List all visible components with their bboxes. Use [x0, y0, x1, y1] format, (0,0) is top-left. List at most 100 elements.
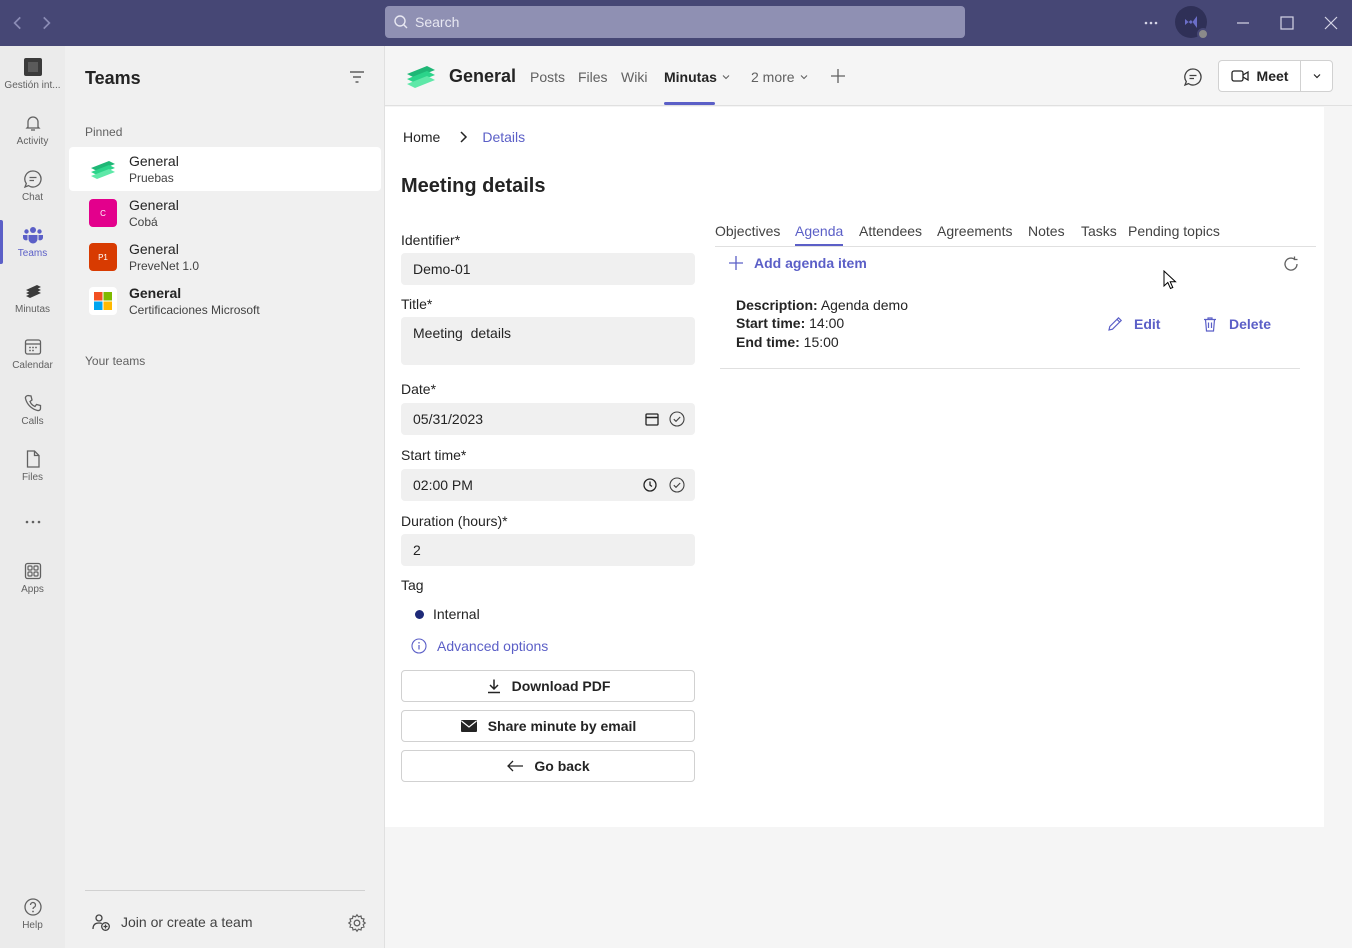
more-options-icon[interactable]	[1140, 12, 1162, 34]
search-input[interactable]: Search	[385, 6, 965, 38]
duration-field[interactable]: 2	[401, 534, 695, 566]
delete-button[interactable]: Delete	[1201, 315, 1271, 333]
team-name: General	[129, 241, 179, 257]
pencil-icon	[1108, 316, 1123, 331]
rail-item-activity[interactable]: Activity	[0, 102, 65, 158]
rail-item-apps[interactable]: Apps	[0, 550, 65, 606]
chat-icon	[23, 170, 42, 189]
team-subtitle: Pruebas	[129, 171, 174, 185]
avatar[interactable]	[1175, 6, 1209, 40]
team-subtitle: PreveNet 1.0	[129, 259, 200, 273]
rail-item-files[interactable]: Files	[0, 438, 65, 494]
tab-pending-topics[interactable]: Pending topics	[1128, 223, 1220, 239]
breadcrumb-home[interactable]: Home	[403, 129, 440, 145]
filter-icon[interactable]	[348, 68, 366, 86]
phone-icon	[24, 394, 41, 412]
meet-main-button[interactable]: Meet	[1219, 61, 1301, 91]
tab-more[interactable]: 2 more	[751, 69, 809, 85]
conversation-icon[interactable]	[1183, 67, 1203, 87]
agenda-start-time: Start time: 14:00	[736, 315, 844, 331]
identifier-value: Demo-01	[413, 261, 471, 277]
rail-item-gestion[interactable]: Gestión int...	[0, 46, 65, 102]
channel-header: General Posts Files Wiki Minutas 2 more …	[385, 46, 1352, 106]
download-pdf-button[interactable]: Download PDF	[401, 670, 695, 702]
rail-item-calls[interactable]: Calls	[0, 382, 65, 438]
start-time-field[interactable]: 02:00 PM	[401, 469, 695, 501]
refresh-icon[interactable]	[1282, 255, 1300, 273]
tab-minutas[interactable]: Minutas	[664, 69, 731, 85]
tab-files[interactable]: Files	[578, 69, 608, 85]
title-value: Meeting details	[413, 325, 512, 341]
meet-dropdown-button[interactable]	[1301, 61, 1332, 91]
tab-attendees[interactable]: Attendees	[859, 223, 922, 239]
help-icon	[23, 898, 42, 916]
tab-posts[interactable]: Posts	[530, 69, 565, 85]
vs-logo-icon	[1185, 16, 1197, 28]
tab-tasks[interactable]: Tasks	[1081, 223, 1117, 239]
chevron-down-icon	[722, 75, 730, 80]
channel-logo-icon	[407, 66, 435, 88]
date-field[interactable]: 05/31/2023	[401, 403, 695, 435]
delete-label: Delete	[1229, 316, 1272, 332]
maximize-icon[interactable]	[1276, 12, 1298, 34]
team-name: General	[129, 197, 179, 213]
clock-icon[interactable]	[642, 477, 658, 493]
team-row[interactable]: General Pruebas	[69, 147, 381, 191]
bell-icon	[24, 116, 41, 131]
identifier-field[interactable]: Demo-01	[401, 253, 695, 285]
close-icon[interactable]	[1320, 12, 1342, 34]
tab-notes[interactable]: Notes	[1028, 223, 1065, 239]
back-arrow-icon[interactable]	[9, 14, 27, 32]
meet-button[interactable]: Meet	[1218, 60, 1333, 92]
tag-label: Tag	[401, 577, 424, 593]
end-label: End time:	[736, 334, 800, 350]
team-name: General	[129, 285, 182, 301]
add-agenda-label: Add agenda item	[754, 255, 867, 271]
rail-item-calendar[interactable]: Calendar	[0, 326, 65, 382]
minimize-icon[interactable]	[1232, 12, 1254, 34]
add-people-icon	[92, 914, 110, 931]
calendar-picker-icon[interactable]	[644, 411, 660, 427]
rail-item-minutas[interactable]: Minutas	[0, 270, 65, 326]
chevron-down-icon	[1313, 74, 1320, 79]
edit-button[interactable]: Edit	[1106, 315, 1160, 333]
channel-title: General	[449, 66, 517, 86]
go-back-button[interactable]: Go back	[401, 750, 695, 782]
advanced-options-link[interactable]: Advanced options	[411, 638, 548, 654]
team-row[interactable]: P1 General PreveNet 1.0	[69, 235, 381, 279]
minutas-icon	[25, 285, 41, 298]
teams-icon	[22, 227, 43, 244]
plus-icon	[729, 256, 743, 270]
share-email-button[interactable]: Share minute by email	[401, 710, 695, 742]
meet-label: Meet	[1256, 68, 1289, 84]
add-tab-icon[interactable]	[830, 68, 846, 84]
rail-item-more[interactable]	[0, 494, 65, 550]
arrow-left-icon	[507, 760, 524, 772]
tab-objectives[interactable]: Objectives	[715, 223, 780, 239]
calendar-icon	[24, 339, 41, 355]
rail-item-help[interactable]: Help	[0, 886, 65, 942]
team-row[interactable]: General Certificaciones Microsoft	[69, 279, 381, 323]
rail-item-chat[interactable]: Chat	[0, 158, 65, 214]
go-back-label: Go back	[534, 758, 590, 774]
rail-label: Apps	[21, 584, 44, 595]
more-icon	[25, 520, 40, 524]
team-logo	[89, 287, 117, 315]
agenda-end-time: End time: 15:00	[736, 334, 839, 350]
team-row[interactable]: C General Cobá	[69, 191, 381, 235]
tab-wiki[interactable]: Wiki	[621, 69, 647, 85]
team-logo-text: P1	[98, 252, 108, 262]
check-circle-icon	[669, 411, 685, 427]
tab-agreements[interactable]: Agreements	[937, 223, 1012, 239]
forward-arrow-icon[interactable]	[37, 14, 55, 32]
identifier-label: Identifier*	[401, 232, 461, 248]
divider	[85, 890, 365, 891]
rail-label: Chat	[21, 192, 44, 203]
add-agenda-item-button[interactable]: Add agenda item	[728, 255, 867, 271]
detail-tabs: Objectives Agenda Attendees Agreements N…	[715, 221, 1316, 247]
tab-agenda[interactable]: Agenda	[795, 223, 843, 239]
join-create-team-button[interactable]: Join or create a team	[91, 912, 253, 932]
gear-icon[interactable]	[347, 913, 367, 933]
rail-item-teams[interactable]: Teams	[0, 214, 65, 270]
title-field[interactable]: Meeting details	[401, 317, 695, 365]
